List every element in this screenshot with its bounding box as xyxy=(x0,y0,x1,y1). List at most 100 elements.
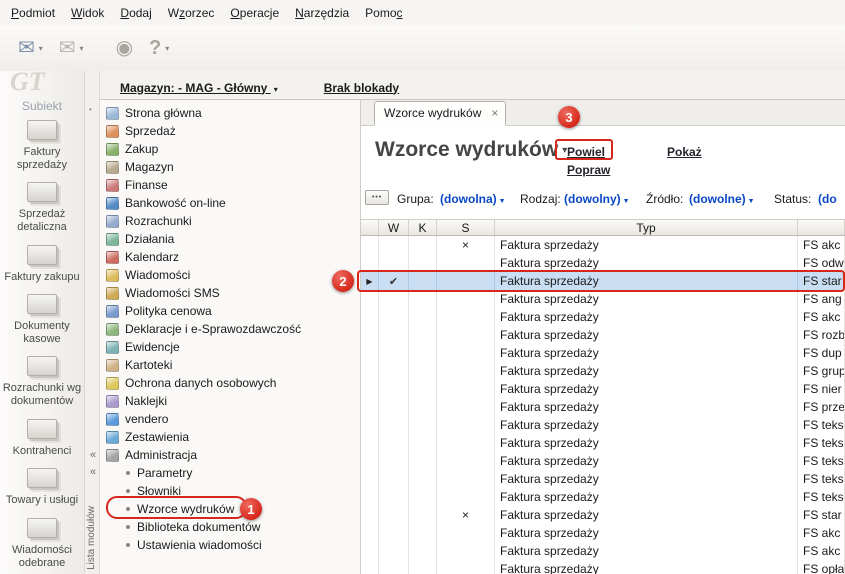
table-row[interactable]: Faktura sprzedażyFS nier xyxy=(361,380,845,398)
zrodlo-dropdown[interactable]: (dowolne)▼ xyxy=(689,192,755,206)
tree-item-1[interactable]: Strona główna xyxy=(100,104,360,122)
row-indicator xyxy=(361,452,379,470)
table-row[interactable]: Faktura sprzedażyFS grup xyxy=(361,362,845,380)
cell-k xyxy=(409,344,437,362)
tree-item-5[interactable]: Finanse xyxy=(100,176,360,194)
module-item-3[interactable]: Faktury zakupu xyxy=(0,240,84,290)
tree-item-17[interactable]: Naklejki xyxy=(100,392,360,410)
module-item-7[interactable]: Towary i usługi xyxy=(0,463,84,513)
tree-item-19[interactable]: Zestawienia xyxy=(100,428,360,446)
status-dropdown[interactable]: (do xyxy=(818,192,837,206)
cell-k xyxy=(409,560,437,574)
tree-item-11[interactable]: Wiadomości SMS xyxy=(100,284,360,302)
magazyn-dropdown[interactable]: Magazyn: - MAG - Główny ▾ xyxy=(120,81,278,95)
module-item-4[interactable]: Dokumenty kasowe xyxy=(0,289,84,351)
table-row[interactable]: ×Faktura sprzedażyFS star xyxy=(361,506,845,524)
menu-item-4[interactable]: Wzorzec xyxy=(160,2,223,24)
tab-wzorce-wydrukow[interactable]: Wzorce wydruków × xyxy=(374,101,506,126)
tree-item-label: Rozrachunki xyxy=(125,214,192,228)
header-typ[interactable]: Typ xyxy=(495,220,798,235)
page-title[interactable]: Wzorce wydruków▾ xyxy=(375,138,567,162)
cell-typ: Faktura sprzedaży xyxy=(495,380,798,398)
table-row[interactable]: Faktura sprzedażyFS akc xyxy=(361,542,845,560)
collapse-panel-button[interactable]: « « xyxy=(87,447,99,480)
tree-item-3[interactable]: Zakup xyxy=(100,140,360,158)
more-filters-button[interactable]: ••• xyxy=(365,190,389,205)
tree-item-20[interactable]: Administracja xyxy=(100,446,360,464)
table-row[interactable]: Faktura sprzedażyFS akc xyxy=(361,308,845,326)
table-row[interactable]: Faktura sprzedażyFS teks xyxy=(361,416,845,434)
menu-item-1[interactable]: Podmiot xyxy=(3,2,63,24)
tree-item-label: Administracja xyxy=(125,448,197,462)
cell-s: × xyxy=(437,506,495,524)
tree-item-6[interactable]: Bankowość on-line xyxy=(100,194,360,212)
tree-item-8[interactable]: Działania xyxy=(100,230,360,248)
tree-item-12[interactable]: Polityka cenowa xyxy=(100,302,360,320)
module-item-8[interactable]: Wiadomości odebrane xyxy=(0,513,84,574)
toolbar-button-2[interactable]: ✉▾ xyxy=(51,33,92,63)
popraw-link[interactable]: Popraw xyxy=(567,163,610,177)
tree-item-4[interactable]: Magazyn xyxy=(100,158,360,176)
sales-icon xyxy=(106,125,119,138)
header-k[interactable]: K xyxy=(409,220,437,235)
brak-blokady-link[interactable]: Brak blokady xyxy=(324,81,399,95)
grupa-value: (dowolna) xyxy=(440,192,497,206)
tree-child-5[interactable]: Ustawienia wiadomości xyxy=(100,536,360,554)
table-row[interactable]: Faktura sprzedażyFS opła xyxy=(361,560,845,574)
menu-item-5[interactable]: Operacje xyxy=(222,2,287,24)
table-row[interactable]: Faktura sprzedażyFS teks xyxy=(361,470,845,488)
cell-k xyxy=(409,524,437,542)
module-item-5[interactable]: Rozrachunki wg dokumentów xyxy=(0,351,84,413)
tree-item-13[interactable]: Deklaracje i e-Sprawozdawczość xyxy=(100,320,360,338)
module-item-6[interactable]: Kontrahenci xyxy=(0,414,84,464)
header-indicator[interactable] xyxy=(361,220,379,235)
tree-item-10[interactable]: Wiadomości xyxy=(100,266,360,284)
step-marker-3: 3 xyxy=(558,106,580,128)
rodzaj-dropdown[interactable]: (dowolny)▼ xyxy=(564,192,630,206)
grupa-dropdown[interactable]: (dowolna)▼ xyxy=(440,192,506,206)
pokaz-link[interactable]: Pokaż xyxy=(667,145,702,159)
table-row[interactable]: Faktura sprzedażyFS rozb xyxy=(361,326,845,344)
cell-k xyxy=(409,398,437,416)
header-s[interactable]: S xyxy=(437,220,495,235)
header-name[interactable] xyxy=(798,220,845,235)
cell-typ: Faktura sprzedaży xyxy=(495,344,798,362)
table-row[interactable]: ×Faktura sprzedażyFS akc xyxy=(361,236,845,254)
table-row[interactable]: Faktura sprzedażyFS teks xyxy=(361,488,845,506)
table-row[interactable]: Faktura sprzedażyFS teks xyxy=(361,434,845,452)
tree-item-7[interactable]: Rozrachunki xyxy=(100,212,360,230)
chevron-down-icon: ▾ xyxy=(165,44,169,53)
stickers-icon xyxy=(106,395,119,408)
cell-typ: Faktura sprzedaży xyxy=(495,236,798,254)
cell-k xyxy=(409,506,437,524)
zrodlo-label: Źródło: xyxy=(646,192,683,206)
tree-child-4[interactable]: Biblioteka dokumentów xyxy=(100,518,360,536)
cell-s xyxy=(437,290,495,308)
module-item-1[interactable]: Faktury sprzedaży xyxy=(0,115,84,177)
retail-sales-icon xyxy=(27,182,57,202)
tree-child-1[interactable]: Parametry xyxy=(100,464,360,482)
table-row[interactable]: Faktura sprzedażyFS ang xyxy=(361,290,845,308)
header-w[interactable]: W xyxy=(379,220,409,235)
menu-item-2[interactable]: Widok xyxy=(63,2,112,24)
pin-icon[interactable]: • xyxy=(89,105,92,114)
tree-item-14[interactable]: Ewidencje xyxy=(100,338,360,356)
menu-item-6[interactable]: Narzędzia xyxy=(287,2,357,24)
table-row[interactable]: Faktura sprzedażyFS akc xyxy=(361,524,845,542)
settlements-by-documents-icon xyxy=(27,356,57,376)
close-icon[interactable]: × xyxy=(491,107,498,119)
menu-item-3[interactable]: Dodaj xyxy=(112,2,159,24)
tree-item-16[interactable]: Ochrona danych osobowych xyxy=(100,374,360,392)
table-row[interactable]: Faktura sprzedażyFS prze xyxy=(361,398,845,416)
table-row[interactable]: Faktura sprzedażyFS teks xyxy=(361,452,845,470)
toolbar-button-1[interactable]: ✉▾ xyxy=(10,33,51,63)
menu-item-7[interactable]: Pomoc xyxy=(357,2,410,24)
toolbar-button-3[interactable]: ◉ xyxy=(108,33,141,63)
tree-item-9[interactable]: Kalendarz xyxy=(100,248,360,266)
table-row[interactable]: Faktura sprzedażyFS dup xyxy=(361,344,845,362)
toolbar-button-4[interactable]: ?▾ xyxy=(141,33,177,63)
module-item-2[interactable]: Sprzedaż detaliczna xyxy=(0,177,84,239)
tree-item-2[interactable]: Sprzedaż xyxy=(100,122,360,140)
tree-item-18[interactable]: vendero xyxy=(100,410,360,428)
tree-item-15[interactable]: Kartoteki xyxy=(100,356,360,374)
